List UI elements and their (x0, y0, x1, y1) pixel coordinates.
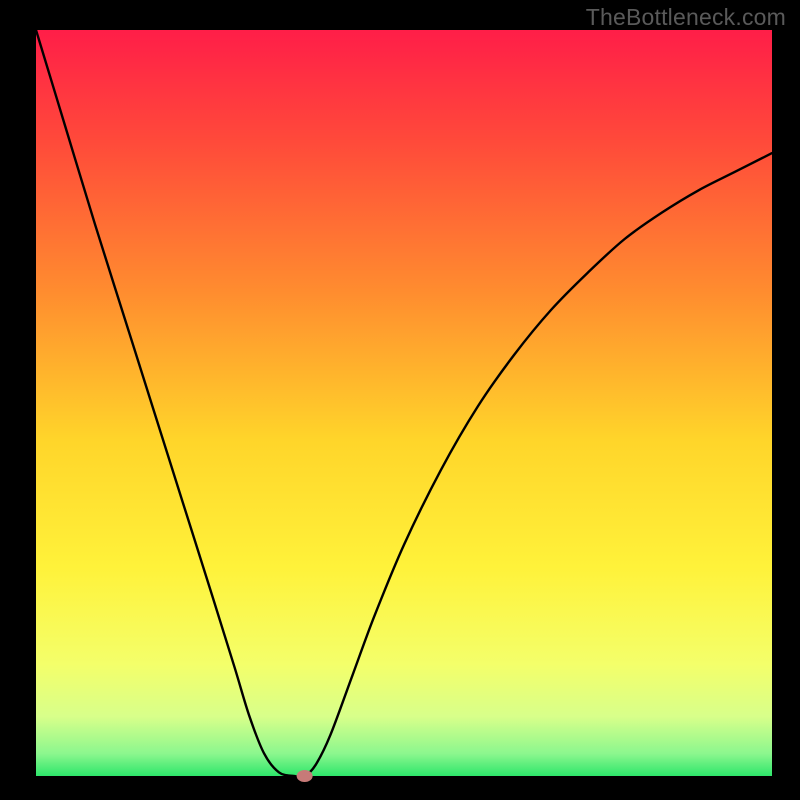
watermark-text: TheBottleneck.com (586, 4, 786, 31)
plot-background (36, 30, 772, 776)
chart-frame: TheBottleneck.com (0, 0, 800, 800)
minimum-marker (297, 770, 313, 782)
bottleneck-chart (0, 0, 800, 800)
